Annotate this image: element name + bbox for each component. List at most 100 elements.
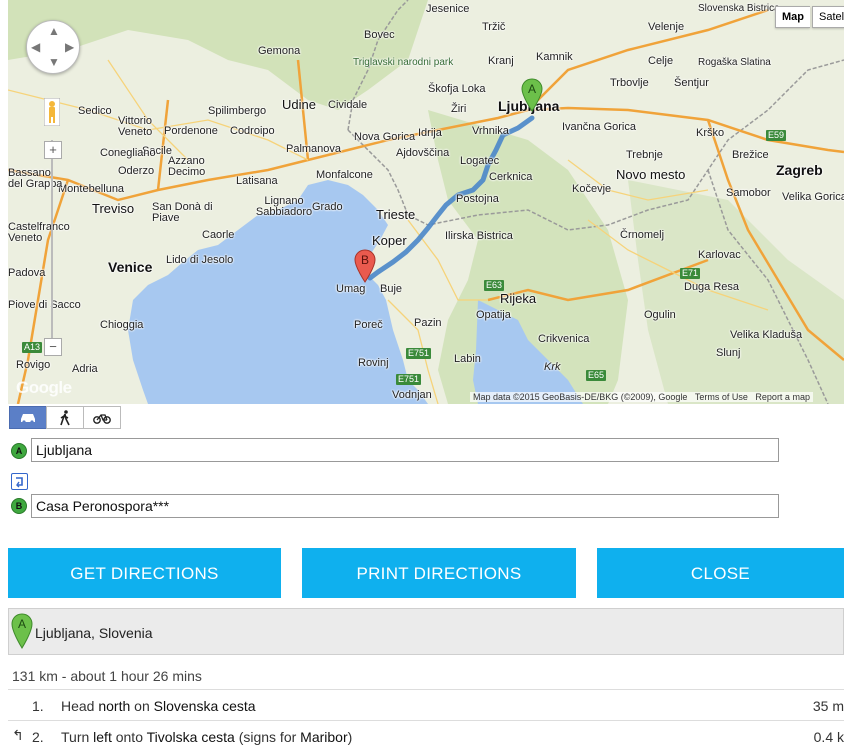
place-label: Cividale: [328, 99, 368, 111]
pan-control[interactable]: ▲ ▼ ◀ ▶: [26, 20, 80, 74]
bike-icon: [93, 413, 111, 424]
place-label: Rogaška Slatina: [698, 57, 771, 68]
place-label: Samobor: [726, 187, 771, 199]
report-map-link[interactable]: Report a map: [755, 392, 810, 402]
place-label: Ogulin: [644, 309, 676, 321]
marker-a-letter: A: [528, 82, 536, 96]
place-label: Pazin: [414, 317, 442, 329]
route-summary: 131 km - about 1 hour 26 mins: [12, 668, 202, 684]
place-label: Trebnje: [626, 149, 663, 161]
place-label: Sedico: [78, 105, 112, 117]
place-label: Conegliano: [100, 147, 156, 159]
place-label: Krško: [696, 127, 725, 139]
place-label: Crikvenica: [538, 333, 590, 345]
place-label: Tržič: [482, 21, 506, 33]
place-label: Treviso: [92, 201, 135, 216]
road-shield: E751: [396, 374, 422, 385]
close-button[interactable]: CLOSE: [597, 548, 844, 598]
place-label: Slunj: [716, 347, 741, 359]
road-shield: E71: [680, 268, 701, 279]
route-step[interactable]: ↰ 2. Turn left onto Tivolska cesta (sign…: [8, 720, 844, 751]
origin-input[interactable]: [31, 438, 779, 462]
place-label: Celje: [648, 55, 674, 67]
place-label: Oderzo: [118, 165, 155, 177]
place-label: Monfalcone: [316, 169, 373, 181]
destination-input[interactable]: [31, 494, 779, 518]
waypoint-b-icon: B: [11, 498, 27, 514]
place-label: Škofja Loka: [428, 83, 486, 95]
map-canvas[interactable]: Jesenice Tržič Bovec Triglavski narodni …: [8, 0, 844, 404]
place-label: Vittorio Veneto: [118, 115, 153, 138]
place-label: Umag: [336, 283, 366, 295]
pan-left-icon[interactable]: ◀: [31, 40, 40, 54]
place-label: Trbovlje: [610, 77, 649, 89]
marker-a-icon[interactable]: A: [521, 78, 543, 112]
marker-b-letter: B: [361, 253, 369, 267]
place-label: Krk: [544, 361, 561, 373]
road-shield: E63: [484, 280, 505, 291]
place-label: Trieste: [376, 207, 416, 222]
place-label: Brežice: [732, 149, 769, 161]
place-label: Bovec: [364, 29, 395, 41]
place-label: Koper: [372, 233, 407, 248]
place-label: Jesenice: [426, 3, 470, 15]
place-label: Novo mesto: [616, 167, 686, 182]
place-label: Črnomelj: [620, 229, 665, 241]
place-label: Slovenska Bistrica: [698, 3, 780, 14]
place-label: Duga Resa: [684, 281, 740, 293]
mode-car-button[interactable]: [9, 406, 47, 429]
place-label: Lido di Jesolo: [166, 254, 234, 266]
waypoint-a-icon: A: [11, 443, 27, 459]
terms-link[interactable]: Terms of Use: [695, 392, 748, 402]
map-type-satellite-button[interactable]: Satel: [812, 6, 844, 28]
route-start-label: Ljubljana, Slovenia: [35, 625, 153, 641]
place-label: Rijeka: [500, 291, 537, 306]
place-label: Ajdovščina: [396, 147, 450, 159]
map-attribution: Map data ©2015 GeoBasis-DE/BKG (©2009), …: [470, 392, 813, 402]
place-label: Šentjur: [674, 77, 709, 89]
place-label: Kočevje: [572, 183, 612, 195]
pan-up-icon[interactable]: ▲: [48, 24, 60, 38]
step-text: Turn left onto Tivolska cesta (signs for…: [61, 729, 353, 745]
place-label: Montebelluna: [58, 183, 125, 195]
google-logo: Google: [16, 378, 72, 397]
marker-b-icon[interactable]: B: [354, 249, 376, 283]
road-shield: E65: [586, 370, 607, 381]
pan-right-icon[interactable]: ▶: [65, 40, 74, 54]
place-label: Spilimbergo: [208, 105, 267, 117]
place-label: Piove di Sacco: [8, 299, 81, 311]
swap-waypoints-icon[interactable]: [11, 473, 28, 490]
print-directions-button[interactable]: PRINT DIRECTIONS: [302, 548, 576, 598]
get-directions-button[interactable]: GET DIRECTIONS: [8, 548, 281, 598]
place-label: Adria: [72, 363, 98, 375]
road-shield: E59: [766, 130, 787, 141]
zoom-in-button[interactable]: +: [44, 141, 62, 159]
place-label: Palmanova: [286, 143, 342, 155]
place-label: Opatija: [476, 309, 511, 321]
place-label: Velika Kladuša: [730, 329, 803, 341]
mode-bike-button[interactable]: [83, 406, 121, 429]
street-view-pegman-icon[interactable]: [44, 98, 60, 126]
place-label: Kamnik: [536, 51, 573, 63]
place-label: Karlovac: [698, 249, 741, 261]
place-label: Udine: [282, 97, 316, 112]
place-label: Lignano Sabbiadoro: [255, 195, 313, 218]
place-label: Ivančna Gorica: [562, 121, 636, 133]
zoom-slider[interactable]: [46, 140, 58, 350]
map-type-map-button[interactable]: Map: [775, 6, 810, 28]
place-label: Gemona: [258, 45, 301, 57]
place-label: Logatec: [460, 155, 500, 167]
turn-left-icon: ↰: [12, 727, 24, 743]
place-label: Buje: [380, 283, 403, 295]
step-distance: 0.4 k: [813, 729, 844, 745]
route-step[interactable]: 1. Head north on Slovenska cesta 35 m: [8, 689, 844, 720]
walk-icon: [60, 409, 70, 425]
place-label: Žiri: [451, 103, 467, 115]
place-label: Nova Gorica: [354, 131, 416, 143]
step-number: 1.: [32, 698, 44, 714]
place-label: Triglavski narodni park: [353, 57, 454, 68]
route-start: A Ljubljana, Slovenia: [8, 608, 844, 655]
mode-walk-button[interactable]: [46, 406, 84, 429]
pan-down-icon[interactable]: ▼: [48, 55, 60, 69]
zoom-out-button[interactable]: −: [44, 338, 62, 356]
